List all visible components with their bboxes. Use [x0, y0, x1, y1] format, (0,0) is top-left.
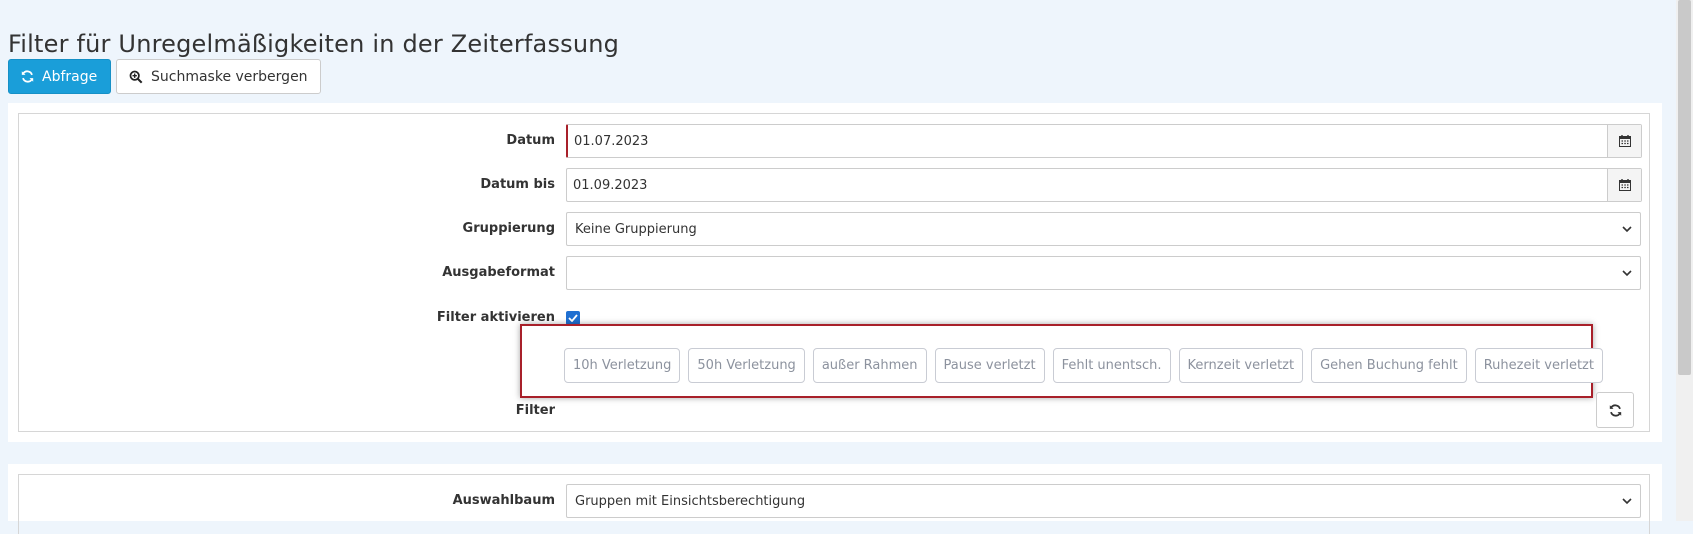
- filter-chip-row: 10h Verletzung 50h Verletzung außer Rahmen…: [564, 348, 1603, 383]
- chevron-down-icon: [1614, 497, 1640, 505]
- filter-active-label: Filter aktivieren: [436, 310, 555, 325]
- scrollbar-thumb[interactable]: [1678, 0, 1691, 375]
- selection-tree-label: Auswahlbaum: [452, 493, 555, 508]
- date-to-label: Datum bis: [480, 177, 555, 192]
- date-label: Datum: [506, 133, 555, 148]
- zoom-icon: [129, 70, 143, 84]
- filter-active-checkbox[interactable]: [566, 311, 580, 325]
- grouping-value: Keine Gruppierung: [575, 221, 697, 237]
- filter-chip[interactable]: Kernzeit verletzt: [1178, 348, 1304, 383]
- date-field[interactable]: 01.07.2023: [566, 124, 1642, 158]
- chevron-down-icon: [1614, 225, 1640, 233]
- date-to-field[interactable]: 01.09.2023: [566, 168, 1642, 202]
- selection-tree-select[interactable]: Gruppen mit Einsichtsberechtigung: [566, 484, 1641, 518]
- selection-tree-value: Gruppen mit Einsichtsberechtigung: [575, 493, 806, 509]
- filter-chip[interactable]: Fehlt unentsch.: [1052, 348, 1171, 383]
- query-button-label: Abfrage: [42, 68, 98, 85]
- filter-chip[interactable]: 50h Verletzung: [688, 348, 805, 383]
- calendar-icon: [1618, 135, 1631, 147]
- filter-refresh-button[interactable]: [1596, 392, 1634, 428]
- filter-label: Filter: [515, 403, 555, 418]
- filter-chip[interactable]: außer Rahmen: [812, 348, 927, 383]
- date-to-picker-button[interactable]: [1607, 169, 1641, 201]
- grouping-label: Gruppierung: [462, 221, 555, 236]
- page-scrollbar[interactable]: [1676, 0, 1693, 521]
- grouping-select[interactable]: Keine Gruppierung: [566, 212, 1641, 246]
- page-title: Filter für Unregelmäßigkeiten in der Zei…: [8, 30, 620, 59]
- toggle-search-button[interactable]: Suchmaske verbergen: [116, 59, 321, 94]
- filter-chip[interactable]: Gehen Buchung fehlt: [1311, 348, 1467, 383]
- refresh-icon: [21, 70, 34, 83]
- filter-chip-highlight: 10h Verletzung 50h Verletzung außer Rahmen…: [520, 324, 1603, 398]
- filter-chip[interactable]: 10h Verletzung: [564, 348, 681, 383]
- output-format-label: Ausgabeformat: [442, 265, 555, 280]
- filter-chip[interactable]: Pause verletzt: [934, 348, 1045, 383]
- toggle-search-button-label: Suchmaske verbergen: [151, 68, 308, 85]
- date-picker-button[interactable]: [1607, 125, 1641, 157]
- chevron-down-icon: [1614, 269, 1640, 277]
- output-format-select[interactable]: [566, 256, 1641, 290]
- date-to-value: 01.09.2023: [573, 177, 648, 193]
- checkmark-icon: [568, 314, 578, 322]
- filter-chip[interactable]: Ruhezeit verletzt: [1474, 348, 1603, 383]
- calendar-icon: [1618, 179, 1631, 191]
- date-value: 01.07.2023: [574, 133, 649, 149]
- refresh-icon: [1609, 403, 1621, 417]
- query-button[interactable]: Abfrage: [8, 59, 111, 94]
